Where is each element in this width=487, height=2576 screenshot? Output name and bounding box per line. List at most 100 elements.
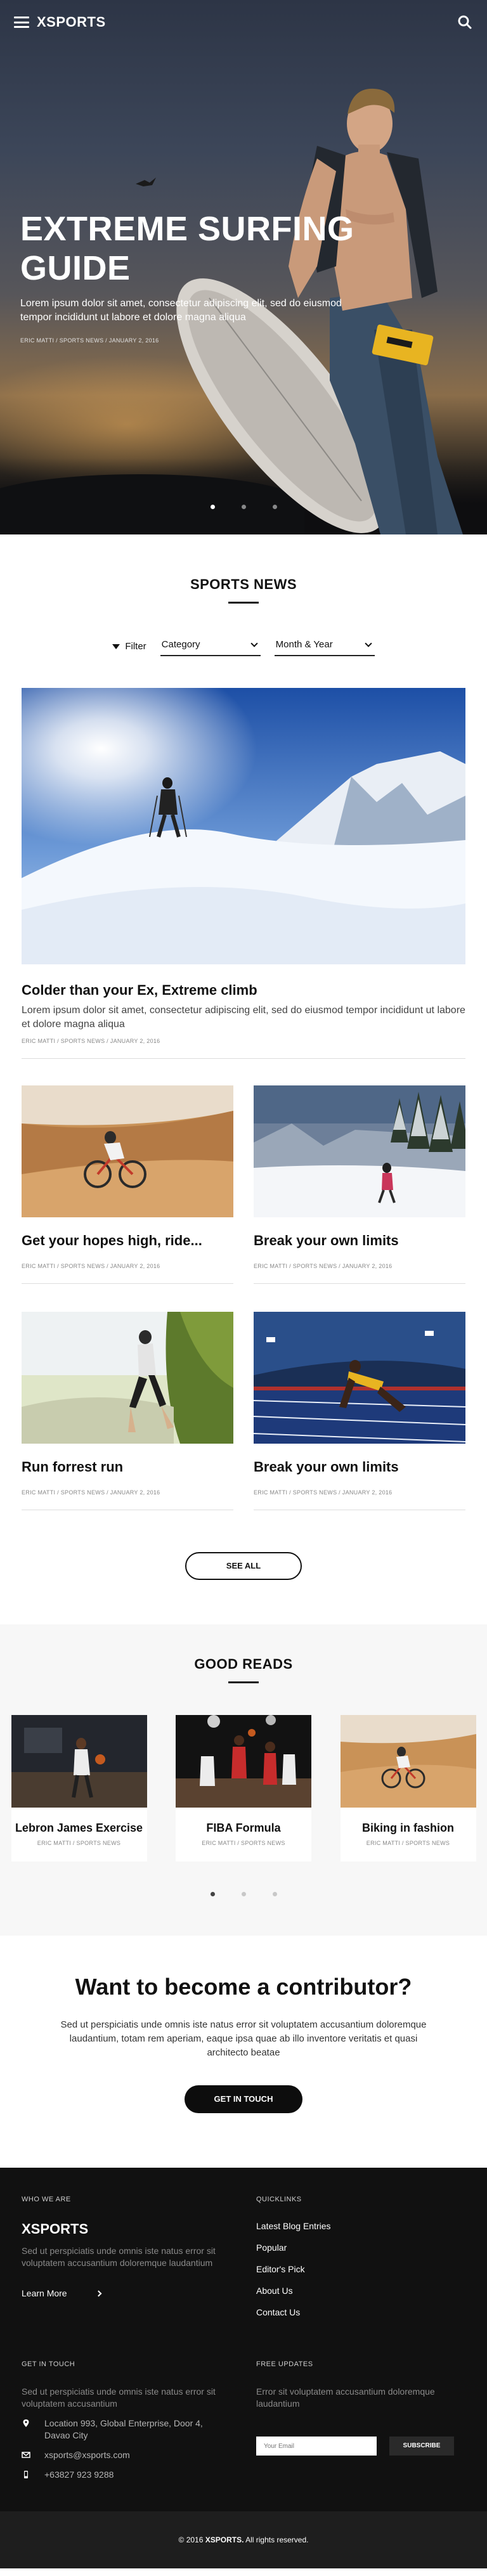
read-card[interactable]: Biking in fashion ERIC MATTI / SPORTS NE…: [340, 1715, 476, 1861]
category-select[interactable]: Category: [160, 637, 261, 656]
carousel-dot-2[interactable]: [241, 1892, 246, 1896]
date-select[interactable]: Month & Year: [274, 637, 375, 656]
sprinter-image[interactable]: [254, 1312, 465, 1444]
hero-meta: ERIC MATTI / SPORTS NEWS / JANUARY 2, 20…: [20, 337, 159, 344]
read-card[interactable]: FIBA Formula ERIC MATTI / SPORTS NEWS: [176, 1715, 311, 1861]
newsletter-email-input[interactable]: [256, 2437, 377, 2456]
news-grid: Get your hopes high, ride... ERIC MATTI …: [22, 1085, 465, 1510]
basketball-game-image: [176, 1715, 311, 1808]
footer-row-bottom: GET IN TOUCH Sed ut perspiciatis unde om…: [22, 2360, 465, 2481]
see-all-wrap: SEE ALL: [0, 1552, 487, 1580]
hero-title[interactable]: EXTREME SURFING GUIDE: [20, 209, 375, 288]
news-card-title[interactable]: Get your hopes high, ride...: [22, 1233, 233, 1249]
hero-slide-dots: [0, 505, 487, 509]
footer-quicklinks: QUICKLINKS Latest Blog Entries Popular E…: [256, 2196, 465, 2329]
slide-dot-2[interactable]: [241, 505, 246, 509]
date-select-value: Month & Year: [275, 639, 333, 650]
search-icon[interactable]: [457, 14, 473, 30]
phone-text[interactable]: +63827 923 9288: [44, 2469, 114, 2481]
featured-post-title[interactable]: Colder than your Ex, Extreme climb: [22, 982, 465, 999]
runner-image[interactable]: [22, 1312, 233, 1444]
learn-more-label: Learn More: [22, 2288, 67, 2298]
contributor-title: Want to become a contributor?: [75, 1974, 412, 2000]
copyright-bar: © 2016 XSPORTS. All rights reserved.: [0, 2511, 487, 2568]
email-link[interactable]: xsports@xsports.com: [44, 2449, 130, 2461]
copyright-prefix: © 2016: [178, 2535, 204, 2544]
footer-contact-text: Sed ut perspiciatis unde omnis iste natu…: [22, 2386, 216, 2409]
news-card: Get your hopes high, ride... ERIC MATTI …: [22, 1085, 233, 1284]
contributor-section: Want to become a contributor? Sed ut per…: [0, 1936, 487, 2168]
quicklink-popular[interactable]: Popular: [256, 2243, 465, 2253]
chevron-down-icon: [250, 639, 258, 647]
top-navigation: XSPORTS: [0, 0, 487, 44]
read-card-title: Lebron James Exercise: [15, 1822, 143, 1834]
copyright-brand: XSPORTS.: [205, 2535, 244, 2544]
quicklink-about-us[interactable]: About Us: [256, 2286, 465, 2296]
news-card-title[interactable]: Run forrest run: [22, 1459, 233, 1475]
news-card-meta: ERIC MATTI / SPORTS NEWS / JANUARY 2, 20…: [254, 1489, 393, 1496]
subscribe-button[interactable]: SUBSCRIBE: [389, 2437, 454, 2456]
filter-toggle[interactable]: Filter: [112, 641, 146, 652]
reads-carousel-dots: [0, 1892, 487, 1896]
slide-dot-1[interactable]: [210, 505, 215, 509]
footer-heading: QUICKLINKS: [256, 2196, 302, 2203]
contact-address: Location 993, Global Enterprise, Door 4,…: [22, 2417, 231, 2442]
news-card-meta: ERIC MATTI / SPORTS NEWS / JANUARY 2, 20…: [254, 1263, 393, 1269]
chevron-right-icon: [95, 2290, 102, 2296]
news-card-meta: ERIC MATTI / SPORTS NEWS / JANUARY 2, 20…: [22, 1489, 160, 1496]
title-divider: [228, 1681, 259, 1683]
category-select-value: Category: [161, 639, 200, 650]
hero-description: Lorem ipsum dolor sit amet, consectetur …: [20, 298, 342, 323]
footer-about: WHO WE ARE XSPORTS Sed ut perspiciatis u…: [22, 2196, 231, 2329]
section-title: GOOD READS: [194, 1656, 293, 1672]
quicklink-contact-us[interactable]: Contact Us: [256, 2307, 465, 2317]
divider: [22, 1058, 465, 1059]
read-card[interactable]: Lebron James Exercise ERIC MATTI / SPORT…: [11, 1715, 147, 1861]
featured-post-image[interactable]: [22, 688, 465, 964]
contributor-text: Sed ut perspiciatis unde omnis iste natu…: [60, 2019, 427, 2058]
menu-icon[interactable]: [14, 16, 29, 28]
good-reads-section: GOOD READS Lebron James Exercise ERIC MA…: [0, 1624, 487, 1936]
footer-heading: FREE UPDATES: [256, 2360, 313, 2368]
title-divider: [228, 602, 259, 604]
mail-icon: [22, 2452, 30, 2458]
footer-heading: GET IN TOUCH: [22, 2360, 75, 2368]
get-in-touch-button[interactable]: GET IN TOUCH: [185, 2085, 302, 2113]
contact-phone: +63827 923 9288: [22, 2469, 231, 2481]
learn-more-link[interactable]: Learn More: [22, 2288, 231, 2298]
biking-image: [340, 1715, 476, 1808]
footer-heading: WHO WE ARE: [22, 2196, 71, 2203]
site-logo[interactable]: XSPORTS: [37, 14, 106, 30]
copyright-suffix: All rights reserved.: [245, 2535, 309, 2544]
quicklink-latest-blog[interactable]: Latest Blog Entries: [256, 2221, 465, 2231]
hero-slider: XSPORTS EXTREME SURFING GUIDE Lorem ipsu…: [0, 0, 487, 534]
mountain-bike-image[interactable]: [22, 1085, 233, 1217]
read-card-meta: ERIC MATTI / SPORTS NEWS: [366, 1840, 450, 1846]
read-card-title: Biking in fashion: [361, 1822, 454, 1834]
contact-email: xsports@xsports.com: [22, 2449, 231, 2461]
footer-logo[interactable]: XSPORTS: [22, 2221, 231, 2237]
footer-row-top: WHO WE ARE XSPORTS Sed ut perspiciatis u…: [22, 2196, 465, 2329]
featured-post-excerpt: Lorem ipsum dolor sit amet, consectetur …: [22, 1005, 465, 1030]
news-card-title[interactable]: Break your own limits: [254, 1233, 465, 1249]
news-card-title[interactable]: Break your own limits: [254, 1459, 465, 1475]
sports-news-section: SPORTS NEWS Filter Category Month & Year: [0, 534, 487, 1580]
featured-post-meta: ERIC MATTI / SPORTS NEWS / JANUARY 2, 20…: [22, 1038, 160, 1044]
footer-about-text: Sed ut perspiciatis unde omnis iste natu…: [22, 2246, 216, 2268]
ski-slope-image[interactable]: [254, 1085, 465, 1217]
section-title: SPORTS NEWS: [190, 576, 297, 592]
news-card: Break your own limits ERIC MATTI / SPORT…: [254, 1312, 465, 1510]
hero-caption: EXTREME SURFING GUIDE Lorem ipsum dolor …: [20, 209, 375, 344]
carousel-dot-3[interactable]: [272, 1892, 277, 1896]
footer: WHO WE ARE XSPORTS Sed ut perspiciatis u…: [0, 2168, 487, 2511]
filter-icon: [112, 644, 120, 649]
newsletter-form: SUBSCRIBE: [256, 2437, 465, 2456]
quicklink-editors-pick[interactable]: Editor's Pick: [256, 2264, 465, 2274]
footer-newsletter: FREE UPDATES Error sit voluptatem accusa…: [256, 2360, 465, 2481]
see-all-button[interactable]: SEE ALL: [185, 1552, 302, 1580]
phone-icon: [24, 2471, 28, 2478]
newsletter-text: Error sit voluptatem accusantium dolorem…: [256, 2386, 435, 2409]
read-card-meta: ERIC MATTI / SPORTS NEWS: [202, 1840, 285, 1846]
slide-dot-3[interactable]: [272, 505, 277, 509]
carousel-dot-1[interactable]: [210, 1892, 215, 1896]
